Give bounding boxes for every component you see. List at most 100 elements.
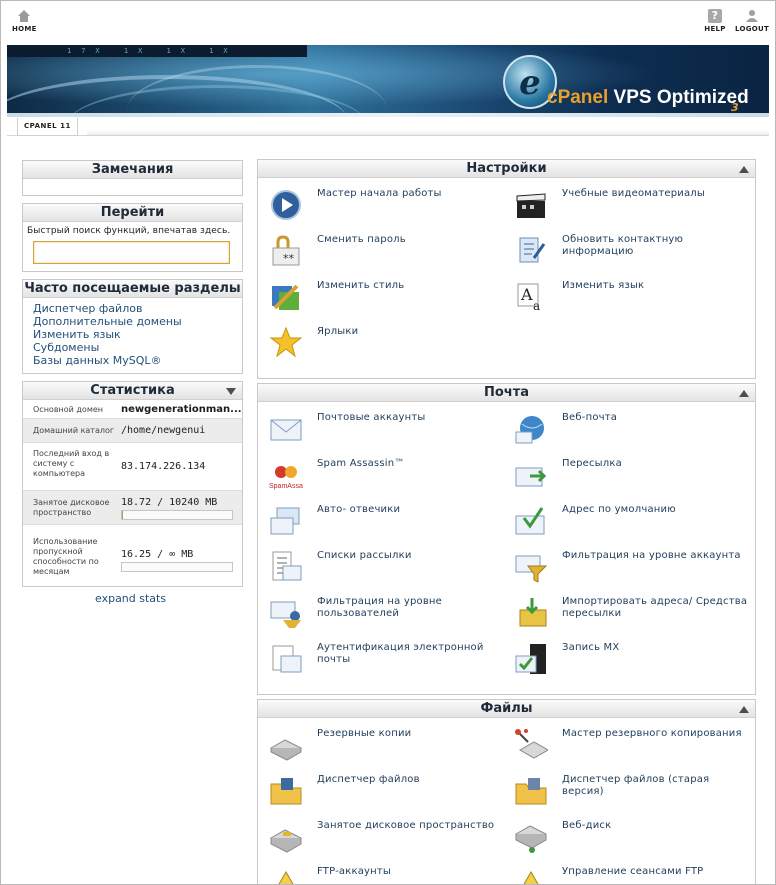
breadcrumb[interactable]: CPANEL 11 — [17, 118, 78, 136]
language-icon[interactable]: Aa — [514, 280, 548, 314]
disk-usage-icon[interactable] — [269, 820, 303, 854]
section-item-label[interactable]: Запись MX — [562, 642, 748, 654]
section-item[interactable]: Обновить контактную информацию — [514, 230, 754, 270]
collapse-arrow-icon[interactable] — [739, 166, 749, 173]
section-item-label[interactable]: Адрес по умолчанию — [562, 504, 748, 516]
folder-icon[interactable] — [269, 774, 303, 808]
section-item-label[interactable]: Списки рассылки — [317, 550, 503, 562]
frequent-link-file-manager[interactable]: Диспетчер файлов — [23, 302, 242, 315]
ftp-icon[interactable] — [269, 866, 303, 885]
section-item[interactable]: Мастер начала работы — [269, 184, 509, 224]
section-item[interactable]: Изменить стиль — [269, 276, 509, 316]
section-item[interactable]: FTP-аккаунты — [269, 862, 509, 885]
frequent-link-change-language[interactable]: Изменить язык — [23, 328, 242, 341]
user-filter-icon[interactable] — [269, 596, 303, 630]
section-item[interactable]: Aa Изменить язык — [514, 276, 754, 316]
svg-text:A: A — [520, 285, 533, 304]
expand-stats-link[interactable]: expand stats — [95, 592, 166, 605]
section-item-label[interactable]: Spam Assassin™ — [317, 458, 503, 470]
star-icon[interactable] — [269, 326, 303, 360]
section-item-label[interactable]: Импортировать адреса/ Средства пересылки — [562, 596, 748, 620]
section-item[interactable]: Авто- отвечики — [269, 500, 509, 540]
section-item[interactable]: Импортировать адреса/ Средства пересылки — [514, 592, 754, 632]
backup-wizard-icon[interactable] — [514, 728, 548, 762]
section-item-label[interactable]: Пересылка — [562, 458, 748, 470]
logout-link[interactable]: LOGOUT — [735, 9, 769, 33]
frequent-link-subdomains[interactable]: Субдомены — [23, 341, 242, 354]
section-item[interactable]: Диспетчер файлов (старая версия) — [514, 770, 754, 810]
section-item-label[interactable]: Обновить контактную информацию — [562, 234, 748, 258]
section-item-label[interactable]: Мастер резервного копирования — [562, 728, 748, 740]
import-icon[interactable] — [514, 596, 548, 630]
section-item-label[interactable]: Авто- отвечики — [317, 504, 503, 516]
spamassassin-icon[interactable]: SpamAssassin — [269, 458, 303, 492]
section-item[interactable]: Фильтрация на уровне аккаунта — [514, 546, 754, 586]
section-item[interactable]: SpamAssassin Spam Assassin™ — [269, 454, 509, 494]
collapse-arrow-icon[interactable] — [739, 390, 749, 397]
home-link[interactable]: HOME — [12, 9, 36, 33]
stat-label: Домашний каталог — [33, 426, 115, 435]
section-item[interactable]: Занятое дисковое пространство — [269, 816, 509, 856]
section-item[interactable]: ** Сменить пароль — [269, 230, 509, 270]
section-item[interactable]: Учебные видеоматериалы — [514, 184, 754, 224]
mailing-list-icon[interactable] — [269, 550, 303, 584]
section-item[interactable]: Пересылка — [514, 454, 754, 494]
envelope-icon[interactable] — [269, 412, 303, 446]
section-item-label[interactable]: Ярлыки — [317, 326, 503, 338]
contact-icon[interactable] — [514, 234, 548, 268]
svg-text:a: a — [533, 299, 540, 313]
section-item[interactable]: Резервные копии — [269, 724, 509, 764]
section-item-label[interactable]: Изменить язык — [562, 280, 748, 292]
section-item-label[interactable]: Учебные видеоматериалы — [562, 188, 748, 200]
section-item[interactable]: Фильтрация на уровне пользователей — [269, 592, 509, 632]
frequent-link-addon-domains[interactable]: Дополнительные домены — [23, 315, 242, 328]
section-item-label[interactable]: Фильтрация на уровне пользователей — [317, 596, 503, 620]
section-item[interactable]: Мастер резервного копирования — [514, 724, 754, 764]
quick-search-input[interactable] — [33, 241, 230, 264]
section-item-label[interactable]: Резервные копии — [317, 728, 503, 740]
autoresponder-icon[interactable] — [269, 504, 303, 538]
ftp-session-icon[interactable] — [514, 866, 548, 885]
lock-icon[interactable]: ** — [269, 234, 303, 268]
section-item-label[interactable]: Изменить стиль — [317, 280, 503, 292]
web-disk-icon[interactable] — [514, 820, 548, 854]
section-item-label[interactable]: Почтовые аккаунты — [317, 412, 503, 424]
section-item-label[interactable]: Аутентификация электронной почты — [317, 642, 503, 666]
backup-icon[interactable] — [269, 728, 303, 762]
section-item[interactable]: Веб-почта — [514, 408, 754, 448]
filter-icon[interactable] — [514, 550, 548, 584]
section-item-label[interactable]: Занятое дисковое пространство — [317, 820, 503, 832]
collapse-arrow-icon[interactable] — [739, 706, 749, 713]
section-item-label[interactable]: FTP-аккаунты — [317, 866, 503, 878]
default-address-icon[interactable] — [514, 504, 548, 538]
help-link[interactable]: ? HELP — [704, 9, 726, 33]
section-item-label[interactable]: Веб-почта — [562, 412, 748, 424]
globe-mail-icon[interactable] — [514, 412, 548, 446]
forward-icon[interactable] — [514, 458, 548, 492]
section-item[interactable]: Аутентификация электронной почты — [269, 638, 509, 678]
section-item[interactable]: Почтовые аккаунты — [269, 408, 509, 448]
folder-old-icon[interactable] — [514, 774, 548, 808]
play-icon[interactable] — [269, 188, 303, 222]
section-item[interactable]: Диспетчер файлов — [269, 770, 509, 810]
frequent-link-mysql[interactable]: Базы данных MySQL® — [23, 354, 242, 367]
section-item-label[interactable]: Диспетчер файлов — [317, 774, 503, 786]
section-item-label[interactable]: Фильтрация на уровне аккаунта — [562, 550, 748, 562]
section-item[interactable]: Ярлыки — [269, 322, 509, 362]
section-item-label[interactable]: Сменить пароль — [317, 234, 503, 246]
stats-title-text: Статистика — [90, 383, 175, 398]
section-item-label[interactable]: Диспетчер файлов (старая версия) — [562, 774, 748, 798]
section-item[interactable]: Адрес по умолчанию — [514, 500, 754, 540]
section-item[interactable]: Веб-диск — [514, 816, 754, 856]
section-item[interactable]: Списки рассылки — [269, 546, 509, 586]
collapse-arrow-icon[interactable] — [226, 388, 236, 395]
section-item[interactable]: Запись MX — [514, 638, 754, 678]
section-item-label[interactable]: Мастер начала работы — [317, 188, 503, 200]
section-item-label[interactable]: Управление сеансами FTP — [562, 866, 748, 878]
mx-record-icon[interactable] — [514, 642, 548, 676]
section-item-label[interactable]: Веб-диск — [562, 820, 748, 832]
clapper-icon[interactable] — [514, 188, 548, 222]
palette-icon[interactable] — [269, 280, 303, 314]
auth-mail-icon[interactable] — [269, 642, 303, 676]
section-item[interactable]: Управление сеансами FTP — [514, 862, 754, 885]
